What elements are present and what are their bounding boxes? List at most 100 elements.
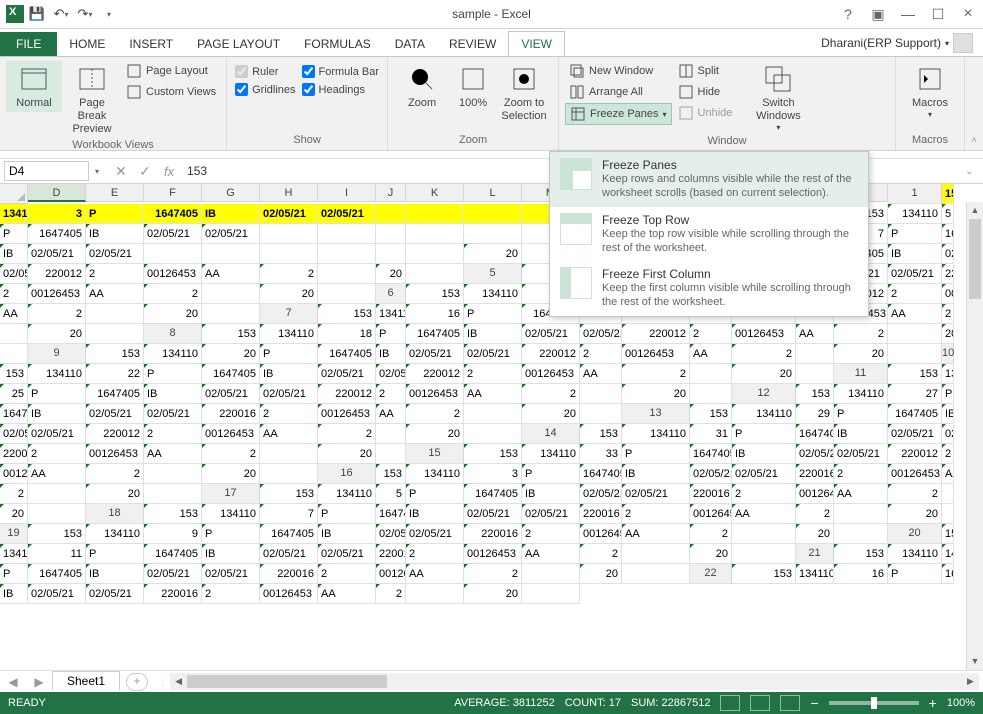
cell-M9[interactable]: 2 [580,344,622,364]
cell-R9[interactable]: 20 [834,344,888,364]
row-header-18[interactable]: 18 [86,504,144,524]
cell-O20[interactable]: AA [522,544,580,564]
cell-D12[interactable]: 153 [796,384,834,404]
cell-D16[interactable]: 153 [376,464,406,484]
cell-M17[interactable]: 2 [732,484,796,504]
tab-review[interactable]: REVIEW [437,32,508,56]
cell-F13[interactable]: 29 [796,404,834,424]
cell-E1[interactable]: 134110 [0,204,28,224]
cell-O8[interactable]: AA [796,324,834,344]
cell-G1[interactable]: P [86,204,144,224]
cell-N9[interactable]: 00126453 [622,344,690,364]
cell-O4[interactable]: AA [202,264,260,284]
cell-J10[interactable]: 02/05/21 [318,364,376,384]
cell-M22[interactable]: 2 [202,584,260,604]
cell-E6[interactable]: 134110 [464,284,522,304]
column-header-G[interactable]: G [202,184,260,202]
cell-Q14[interactable] [260,444,318,464]
cell-M8[interactable]: 2 [690,324,732,344]
row-header-17[interactable]: 17 [202,484,260,504]
cell-J16[interactable]: 02/05/21 [690,464,732,484]
cell-P17[interactable]: 2 [888,484,942,504]
row-header-7[interactable]: 7 [260,304,318,324]
cell-R18[interactable]: 20 [888,504,942,524]
cell-H9[interactable]: 1647405 [318,344,376,364]
cell-Q10[interactable] [690,364,732,384]
cell-N19[interactable]: 00126453 [580,524,622,544]
cell-F10[interactable]: 22 [86,364,144,384]
cell-N5[interactable]: 00126453 [28,284,86,304]
cell-F7[interactable]: 16 [406,304,464,324]
cell-E20[interactable]: 134110 [0,544,28,564]
cell-I22[interactable]: IB [0,584,28,604]
cell-E22[interactable]: 134110 [796,564,834,584]
cell-L10[interactable]: 220012 [406,364,464,384]
cell-K9[interactable]: 02/05/21 [464,344,522,364]
cell-E15[interactable]: 134110 [522,444,580,464]
cell-R17[interactable]: 20 [0,504,28,524]
cell-I16[interactable]: IB [622,464,690,484]
cell-M13[interactable]: 2 [144,424,202,444]
cell-G12[interactable]: P [942,384,954,404]
vertical-scrollbar[interactable]: ▲ ▼ [966,202,983,670]
cell-R16[interactable]: 20 [86,484,144,504]
cell-N21[interactable]: 00126453 [376,564,406,584]
cell-O19[interactable]: AA [622,524,690,544]
cell-D13[interactable]: 153 [690,404,732,424]
cell-R8[interactable]: 20 [942,324,954,344]
cell-M3[interactable] [202,244,260,264]
cell-O13[interactable]: AA [260,424,318,444]
column-header-H[interactable]: H [260,184,318,202]
help-icon[interactable]: ? [833,0,863,29]
cell-P10[interactable]: 2 [622,364,690,384]
redo-icon[interactable]: ↷▾ [74,3,96,25]
cell-H13[interactable]: 1647405 [888,404,942,424]
cell-G13[interactable]: P [834,404,888,424]
cell-Q9[interactable] [796,344,834,364]
cell-K2[interactable]: 02/05/21 [202,224,260,244]
cell-D10[interactable]: 153 [0,364,28,384]
cell-N17[interactable]: 00126453 [796,484,834,504]
row-header-14[interactable]: 14 [522,424,580,444]
cell-Q22[interactable] [406,584,464,604]
cell-M18[interactable]: 2 [622,504,690,524]
cell-G15[interactable]: P [622,444,690,464]
tab-formulas[interactable]: FORMULAS [292,32,383,56]
cell-E19[interactable]: 134110 [86,524,144,544]
cell-E21[interactable]: 134110 [888,544,942,564]
cell-F1[interactable]: 3 [28,204,86,224]
split-button[interactable]: Split [674,61,737,81]
cell-J22[interactable]: 02/05/21 [28,584,86,604]
cell-Q21[interactable] [522,564,580,584]
cell-H16[interactable]: 1647405 [580,464,622,484]
column-header-K[interactable]: K [406,184,464,202]
cell-H1[interactable]: 1647405 [144,204,202,224]
cell-N12[interactable]: 00126453 [318,404,376,424]
cell-H21[interactable]: 1647405 [28,564,86,584]
cell-F12[interactable]: 27 [888,384,942,404]
cell-M12[interactable]: 2 [260,404,318,424]
cell-I17[interactable]: IB [522,484,580,504]
cell-N10[interactable]: 00126453 [522,364,580,384]
zoom-100-button[interactable]: 100% [452,61,494,112]
cell-D20[interactable]: 153 [942,524,954,544]
row-header-1[interactable]: 1 [888,184,942,204]
cell-I18[interactable]: IB [406,504,464,524]
freeze-first-column-item[interactable]: Freeze First Column Keep the first colum… [550,261,868,316]
cell-E18[interactable]: 134110 [202,504,260,524]
cell-Q15[interactable] [144,464,202,484]
cell-R4[interactable]: 20 [376,264,406,284]
cell-M2[interactable] [318,224,376,244]
cell-E11[interactable]: 134110 [942,364,954,384]
cell-K15[interactable]: 02/05/21 [834,444,888,464]
cell-L12[interactable]: 220016 [202,404,260,424]
cell-H12[interactable]: 1647405 [0,404,28,424]
cell-H20[interactable]: 1647405 [144,544,202,564]
cell-G20[interactable]: P [86,544,144,564]
cell-I21[interactable]: IB [86,564,144,584]
cell-K8[interactable]: 02/05/21 [580,324,622,344]
cell-D21[interactable]: 153 [834,544,888,564]
cell-P16[interactable]: 2 [0,484,28,504]
close-icon[interactable]: × [953,0,983,29]
gridlines-checkbox[interactable]: Gridlines [233,81,297,98]
